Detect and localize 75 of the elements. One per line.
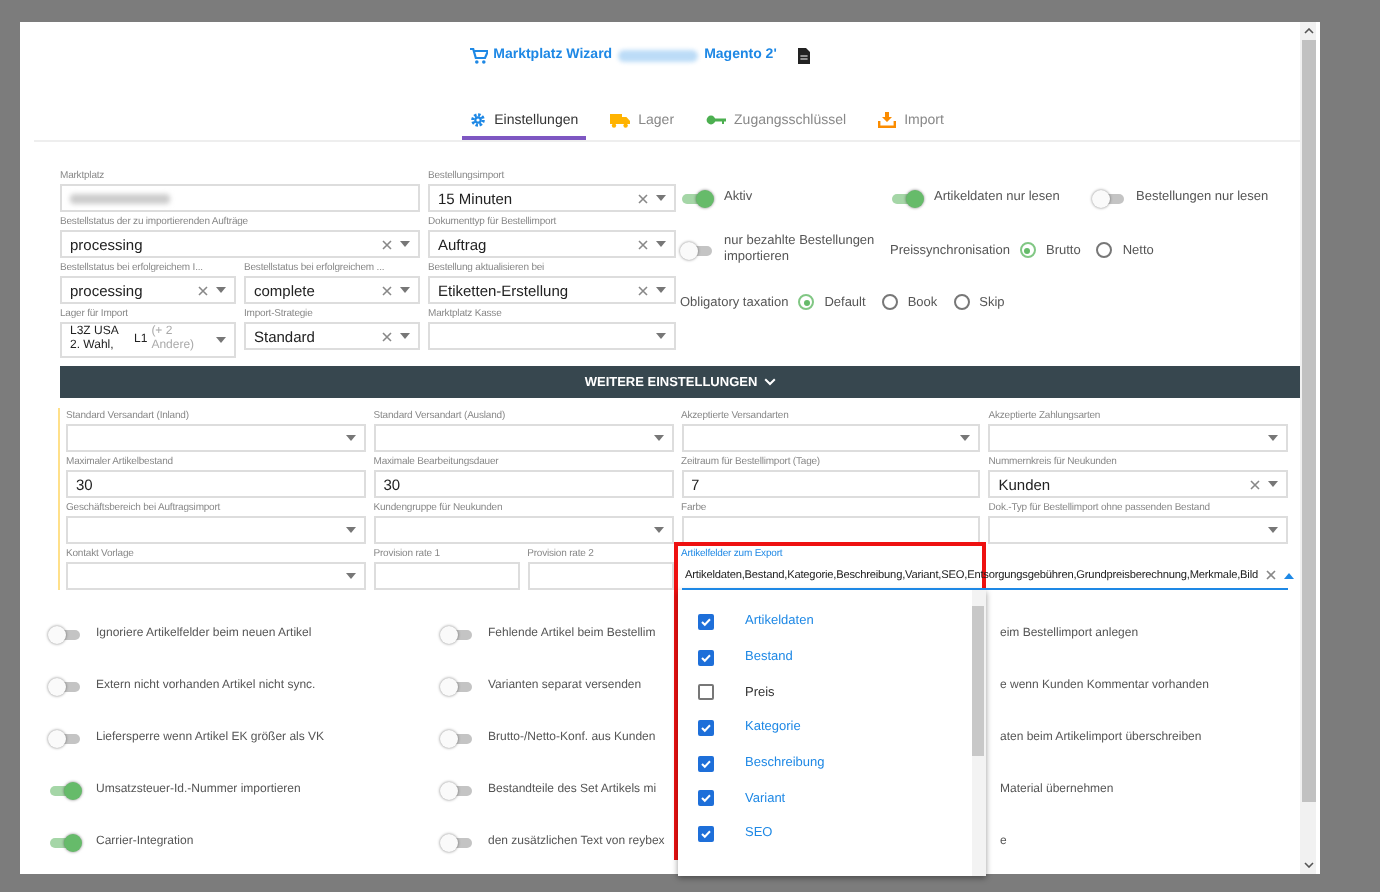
caret-icon[interactable] (400, 332, 410, 340)
toggle-switch[interactable] (890, 189, 924, 207)
checkbox[interactable] (697, 825, 713, 842)
caret-icon[interactable] (656, 240, 666, 248)
redacted-block (618, 49, 699, 61)
clear-icon[interactable] (638, 193, 648, 203)
select-field[interactable] (988, 516, 1288, 544)
scrollbar[interactable] (1300, 22, 1316, 874)
select-field[interactable] (66, 516, 366, 544)
caret-icon[interactable] (653, 434, 663, 442)
caret-icon[interactable] (1283, 571, 1294, 579)
toggle-switch[interactable] (48, 677, 82, 695)
caret-icon[interactable] (345, 434, 356, 442)
caret-icon[interactable] (216, 336, 226, 344)
caret-icon[interactable] (1268, 480, 1278, 488)
caret-icon[interactable] (653, 526, 663, 534)
caret-icon[interactable] (656, 332, 666, 340)
toggle-switch[interactable] (440, 625, 474, 643)
caret-icon[interactable] (345, 526, 356, 534)
checkbox[interactable] (697, 613, 713, 630)
clear-icon[interactable] (1250, 479, 1260, 489)
select-field[interactable] (373, 516, 673, 544)
clear-icon[interactable] (382, 331, 392, 341)
toggle-switch[interactable] (1092, 189, 1126, 207)
checkbox[interactable] (697, 755, 713, 772)
toggle-switch[interactable] (48, 833, 82, 851)
toggle-switch[interactable] (680, 189, 714, 207)
checkbox[interactable] (697, 719, 713, 736)
gear-icon (470, 112, 487, 128)
toggle-switch[interactable] (680, 241, 714, 259)
caret-icon[interactable] (216, 286, 226, 294)
clear-icon[interactable] (638, 285, 648, 295)
select-field[interactable] (373, 424, 673, 452)
caret-icon[interactable] (1268, 526, 1278, 534)
caret-icon[interactable] (656, 194, 666, 202)
truck-icon (610, 113, 631, 127)
caret-icon[interactable] (345, 572, 356, 580)
toggle-switch[interactable] (440, 729, 474, 747)
scroll-down-icon[interactable] (1303, 862, 1313, 868)
text-field[interactable] (681, 516, 981, 544)
chevron-icon (763, 378, 776, 386)
text-field[interactable] (60, 184, 420, 212)
toggle-switch[interactable] (48, 625, 82, 643)
caret-icon[interactable] (656, 286, 666, 294)
clear-icon[interactable] (638, 239, 648, 249)
select-field[interactable] (66, 424, 366, 452)
select-field[interactable] (428, 322, 676, 350)
document-icon[interactable] (798, 47, 811, 63)
caret-icon[interactable] (960, 434, 971, 442)
clear-icon[interactable] (1265, 570, 1276, 580)
caret-icon[interactable] (400, 240, 410, 248)
checkbox[interactable] (697, 649, 713, 666)
toggle-switch[interactable] (48, 729, 82, 747)
caret-icon[interactable] (400, 286, 410, 294)
clear-icon[interactable] (382, 285, 392, 295)
scrollbar[interactable] (971, 590, 985, 876)
select-field[interactable] (988, 424, 1288, 452)
toggle-switch[interactable] (440, 781, 474, 799)
text-field[interactable] (527, 562, 673, 590)
clear-icon[interactable] (198, 285, 208, 295)
redacted-block (70, 193, 170, 203)
select-field[interactable] (66, 562, 366, 590)
toggle-switch[interactable] (48, 781, 82, 799)
download-icon (878, 112, 897, 128)
clear-icon[interactable] (382, 239, 392, 249)
toggle-switch[interactable] (440, 833, 474, 851)
caret-icon[interactable] (1268, 434, 1278, 442)
scroll-up-icon[interactable] (1303, 28, 1313, 34)
toggle-switch[interactable] (440, 677, 474, 695)
text-field[interactable] (373, 562, 520, 590)
checkbox[interactable] (697, 684, 713, 701)
select-field[interactable] (681, 424, 981, 452)
cart-icon (469, 47, 488, 63)
checkbox[interactable] (697, 790, 713, 807)
key-icon (706, 114, 727, 126)
